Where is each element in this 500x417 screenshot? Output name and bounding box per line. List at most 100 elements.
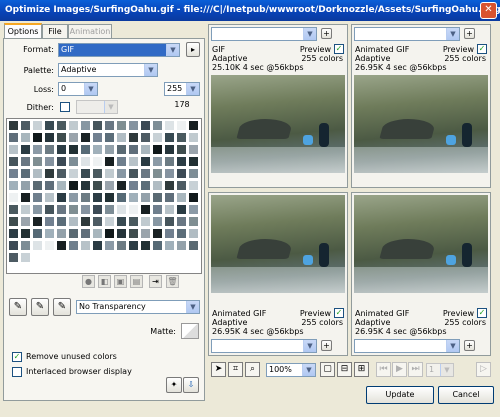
color-swatch[interactable] xyxy=(20,132,31,143)
color-swatch[interactable] xyxy=(68,204,79,215)
color-swatch[interactable] xyxy=(20,252,31,263)
color-swatch[interactable] xyxy=(20,204,31,215)
color-swatch[interactable] xyxy=(140,168,151,179)
color-swatch[interactable] xyxy=(104,240,115,251)
color-swatch[interactable] xyxy=(164,120,175,131)
color-swatch[interactable] xyxy=(176,168,187,179)
color-swatch[interactable] xyxy=(8,204,19,215)
remove-unused-colors-checkbox[interactable]: ✓ xyxy=(12,352,22,362)
color-swatch[interactable] xyxy=(8,216,19,227)
color-swatch[interactable] xyxy=(32,168,43,179)
color-swatch[interactable] xyxy=(80,240,91,251)
add-settings-button[interactable]: + xyxy=(321,28,332,39)
export-wizard-icon[interactable]: ⇩ xyxy=(183,377,199,393)
preview-settings-select[interactable]: ▼ xyxy=(354,27,460,41)
color-swatch[interactable] xyxy=(92,240,103,251)
preview-checkbox[interactable]: ✓ xyxy=(477,308,487,318)
lock-color-icon[interactable]: ● xyxy=(82,275,95,288)
color-swatch[interactable] xyxy=(116,156,127,167)
magic-wand-icon[interactable]: ✦ xyxy=(166,377,182,393)
color-swatch[interactable] xyxy=(68,120,79,131)
color-swatch[interactable] xyxy=(92,228,103,239)
preview-settings-select[interactable]: ▼ xyxy=(211,27,317,41)
color-swatch[interactable] xyxy=(140,204,151,215)
color-swatch[interactable] xyxy=(32,144,43,155)
color-swatch[interactable] xyxy=(128,240,139,251)
color-swatch[interactable] xyxy=(44,216,55,227)
interlaced-checkbox[interactable] xyxy=(12,367,22,377)
color-swatch[interactable] xyxy=(164,180,175,191)
preview-checkbox[interactable]: ✓ xyxy=(334,308,344,318)
color-swatch[interactable] xyxy=(140,156,151,167)
preview-pane-2[interactable]: ▼ + Animated GIF Preview ✓ Adaptive 255 … xyxy=(351,24,491,188)
color-swatch[interactable] xyxy=(128,168,139,179)
color-swatch[interactable] xyxy=(20,240,31,251)
color-swatch[interactable] xyxy=(20,216,31,227)
color-swatch[interactable] xyxy=(44,192,55,203)
color-swatch[interactable] xyxy=(116,216,127,227)
dither-checkbox[interactable] xyxy=(60,102,70,112)
color-swatch[interactable] xyxy=(92,204,103,215)
color-swatch[interactable] xyxy=(80,120,91,131)
color-swatch[interactable] xyxy=(20,168,31,179)
color-swatch[interactable] xyxy=(176,144,187,155)
color-swatch[interactable] xyxy=(56,216,67,227)
color-swatch[interactable] xyxy=(104,156,115,167)
color-swatch[interactable] xyxy=(152,156,163,167)
color-swatch[interactable] xyxy=(176,120,187,131)
color-swatch[interactable] xyxy=(8,132,19,143)
close-button[interactable]: ✕ xyxy=(480,2,497,19)
color-swatch[interactable] xyxy=(164,144,175,155)
color-swatch[interactable] xyxy=(80,144,91,155)
color-swatch[interactable] xyxy=(152,132,163,143)
color-swatch[interactable] xyxy=(68,216,79,227)
color-swatch[interactable] xyxy=(116,120,127,131)
color-swatch[interactable] xyxy=(8,192,19,203)
color-swatch[interactable] xyxy=(80,132,91,143)
color-swatch[interactable] xyxy=(8,228,19,239)
color-swatch[interactable] xyxy=(140,216,151,227)
transparent-swatch-icon[interactable]: ▣ xyxy=(114,275,127,288)
color-swatch[interactable] xyxy=(44,240,55,251)
color-swatch[interactable] xyxy=(176,132,187,143)
color-swatch[interactable] xyxy=(8,180,19,191)
color-swatch[interactable] xyxy=(80,192,91,203)
two-up-view-icon[interactable]: ⊟ xyxy=(337,362,352,377)
color-swatch[interactable] xyxy=(188,180,199,191)
color-swatch[interactable] xyxy=(128,156,139,167)
color-swatch[interactable] xyxy=(128,204,139,215)
frame-select[interactable]: 1 ▼ xyxy=(426,363,454,377)
color-swatch[interactable] xyxy=(44,120,55,131)
color-swatch[interactable] xyxy=(68,228,79,239)
color-swatch[interactable] xyxy=(140,120,151,131)
color-swatch[interactable] xyxy=(152,228,163,239)
color-swatch[interactable] xyxy=(104,168,115,179)
color-swatch[interactable] xyxy=(152,144,163,155)
color-swatch[interactable] xyxy=(116,204,127,215)
color-swatch[interactable] xyxy=(56,228,67,239)
color-swatch[interactable] xyxy=(104,144,115,155)
color-swatch[interactable] xyxy=(44,156,55,167)
color-swatch[interactable] xyxy=(56,144,67,155)
color-swatch[interactable] xyxy=(116,132,127,143)
color-swatch[interactable] xyxy=(104,180,115,191)
eyedropper-subtract-icon[interactable]: ✎ xyxy=(53,298,71,316)
web-snap-icon[interactable]: ◧ xyxy=(98,275,111,288)
color-swatch[interactable] xyxy=(116,192,127,203)
color-swatch[interactable] xyxy=(56,156,67,167)
color-swatch[interactable] xyxy=(44,228,55,239)
tab-animation[interactable]: Animation xyxy=(68,24,112,38)
color-swatch[interactable] xyxy=(32,240,43,251)
color-swatch[interactable] xyxy=(68,144,79,155)
color-swatch[interactable] xyxy=(68,180,79,191)
color-palette-swatches[interactable] xyxy=(6,118,202,274)
add-settings-button[interactable]: + xyxy=(464,28,475,39)
color-swatch[interactable] xyxy=(20,120,31,131)
tab-options[interactable]: Options xyxy=(4,23,42,39)
add-settings-button[interactable]: + xyxy=(321,340,332,351)
dither-amount[interactable]: ▼ xyxy=(76,100,118,114)
color-swatch[interactable] xyxy=(68,240,79,251)
color-swatch[interactable] xyxy=(140,132,151,143)
color-swatch[interactable] xyxy=(188,132,199,143)
add-color-icon[interactable]: ⇥ xyxy=(149,275,162,288)
